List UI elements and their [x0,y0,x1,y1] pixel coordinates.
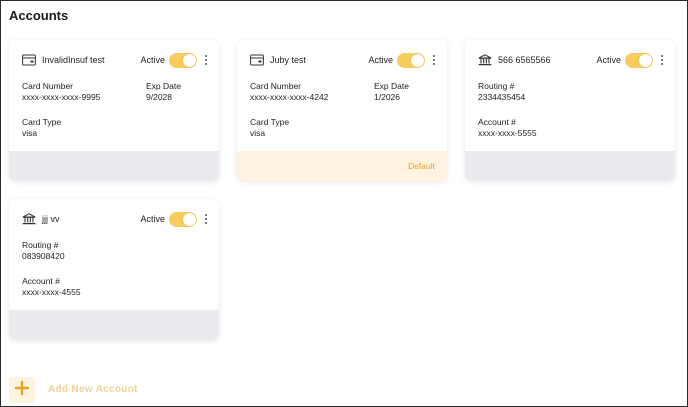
exp-date-value: 1/2026 [374,92,400,102]
account-name: 566 6565566 [498,55,551,65]
card-number-value: xxxx-xxxx-xxxx-9995 [22,92,101,102]
active-toggle[interactable] [397,52,425,68]
account-name: Juby test [270,55,307,65]
active-toggle[interactable] [169,211,197,227]
kebab-menu-icon[interactable] [431,54,437,66]
card-footer [9,151,219,181]
card-type-value: visa [22,128,38,138]
account-card-jjj[interactable]: jjj vv Active Routing # 083908420 Accoun… [9,199,219,340]
routing-field: Routing # 2334435454 [478,81,525,103]
account-card-header: InvalidInsuf test Active [22,51,209,69]
active-label: Active [368,55,393,65]
exp-date-field: Exp Date 9/2028 [146,81,181,103]
card-number-value: xxxx-xxxx-xxxx-4242 [250,92,329,102]
account-card-juby[interactable]: Juby test Active Card Number xxxx-xxxx-x… [237,40,447,181]
routing-field: Routing # 083908420 [22,240,65,262]
exp-date-label: Exp Date [146,81,181,91]
card-type-label: Card Type [250,117,290,127]
routing-value: 083908420 [22,251,65,261]
toggle-knob [183,53,196,67]
card-type-value: visa [250,128,266,138]
plus-icon [14,380,30,400]
account-number-value: xxxx-xxxx-4555 [22,287,81,297]
credit-card-icon [250,54,264,66]
card-number-field: Card Number xxxx-xxxx-xxxx-9995 [22,81,100,103]
active-label: Active [140,214,165,224]
toggle-knob [183,212,196,226]
routing-label: Routing # [22,240,59,250]
card-number-label: Card Number [22,81,74,91]
page-title: Accounts [9,8,69,23]
routing-value: 2334435454 [478,92,526,102]
kebab-menu-icon[interactable] [203,213,209,225]
default-badge: Default [408,161,435,171]
card-number-label: Card Number [250,81,302,91]
toggle-knob [411,53,424,67]
bank-icon [478,54,492,66]
active-toggle[interactable] [625,52,653,68]
card-footer [9,310,219,340]
account-number-label: Account # [22,276,60,286]
account-card-header: 566 6565566 Active [478,51,665,69]
account-number-field: Account # xxxx-xxxx-4555 [22,276,81,298]
card-footer: Default [237,151,447,181]
account-name: jjj vv [42,214,60,224]
account-number-label: Account # [478,117,516,127]
active-label: Active [596,55,621,65]
add-account-button[interactable] [9,377,35,403]
card-type-label: Card Type [22,117,62,127]
card-footer [465,151,675,181]
active-toggle[interactable] [169,52,197,68]
routing-label: Routing # [478,81,515,91]
card-number-field: Card Number xxxx-xxxx-xxxx-4242 [250,81,328,103]
exp-date-field: Exp Date 1/2026 [374,81,409,103]
toggle-knob [639,53,652,67]
card-type-field: Card Type visa [250,117,289,139]
exp-date-value: 9/2028 [146,92,172,102]
card-type-field: Card Type visa [22,117,61,139]
kebab-menu-icon[interactable] [203,54,209,66]
bank-icon [22,213,36,225]
add-account-label[interactable]: Add New Account [48,384,138,395]
account-card-header: Juby test Active [250,51,437,69]
kebab-menu-icon[interactable] [659,54,665,66]
credit-card-icon [22,54,36,66]
account-card-invalidinsuf[interactable]: InvalidInsuf test Active Card Number xxx… [9,40,219,181]
active-label: Active [140,55,165,65]
exp-date-label: Exp Date [374,81,409,91]
account-number-value: xxxx-xxxx-5555 [478,128,537,138]
account-number-field: Account # xxxx-xxxx-5555 [478,117,537,139]
account-card-566[interactable]: 566 6565566 Active Routing # 2334435454 … [465,40,675,181]
account-card-header: jjj vv Active [22,210,209,228]
account-name: InvalidInsuf test [42,55,105,65]
